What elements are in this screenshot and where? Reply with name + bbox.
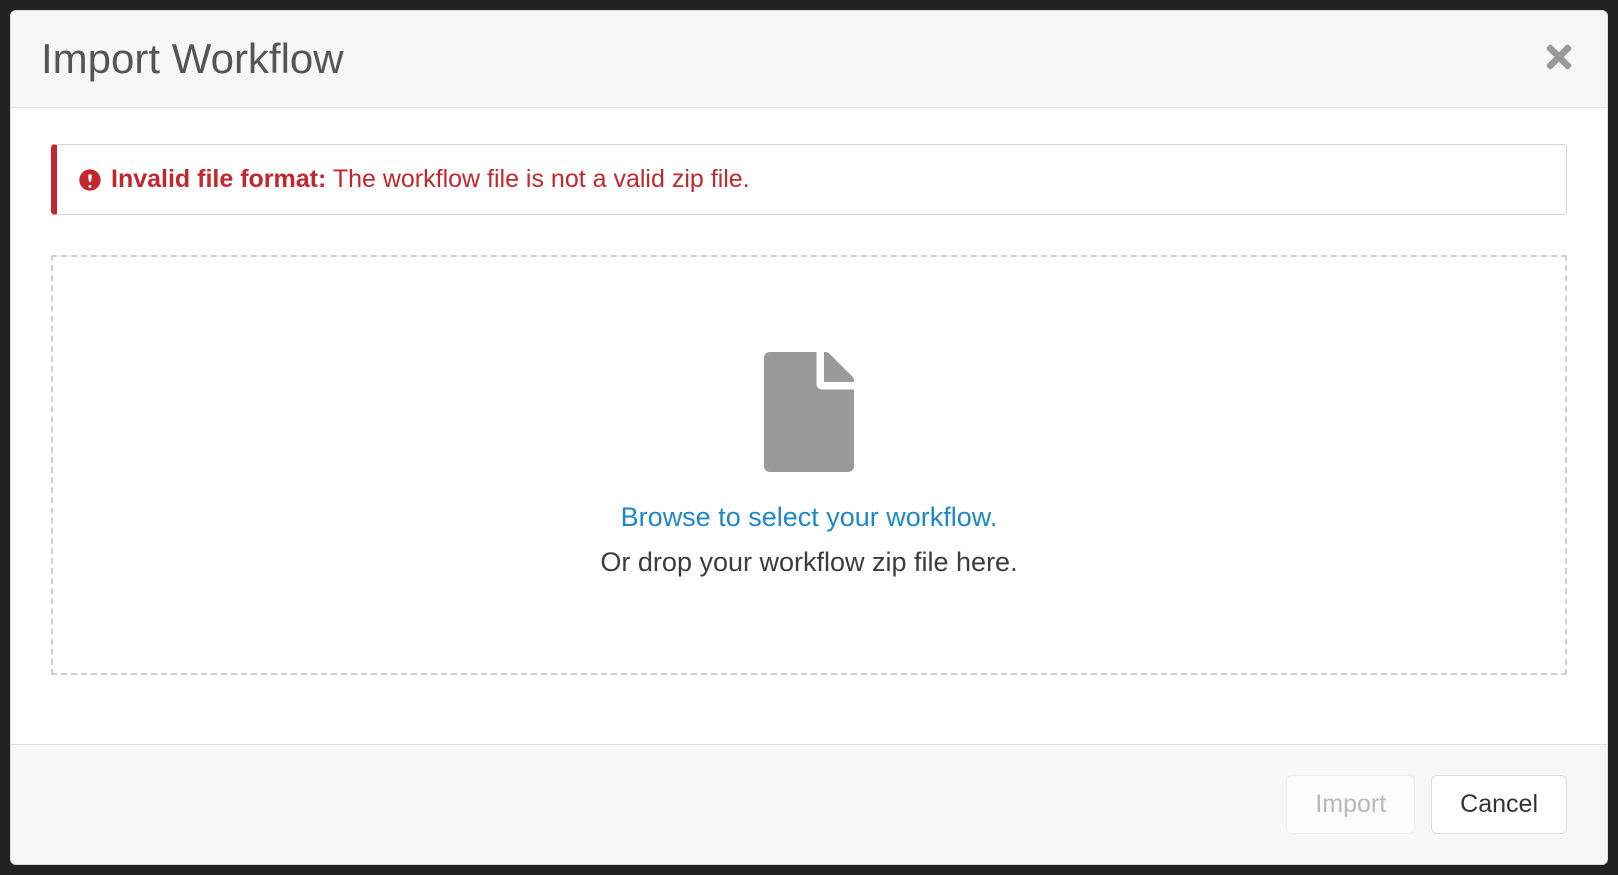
close-icon[interactable] <box>1541 39 1577 79</box>
error-title: Invalid file format: <box>111 165 326 193</box>
import-button[interactable]: Import <box>1286 775 1415 834</box>
modal-body: Invalid file format: The workflow file i… <box>11 108 1607 744</box>
exclamation-circle-icon <box>79 169 101 191</box>
modal-title: Import Workflow <box>41 35 344 83</box>
file-dropzone[interactable]: Browse to select your workflow. Or drop … <box>51 255 1567 675</box>
error-alert: Invalid file format: The workflow file i… <box>51 144 1567 215</box>
error-text: Invalid file format: The workflow file i… <box>111 165 750 194</box>
browse-link[interactable]: Browse to select your workflow. <box>621 502 998 533</box>
error-message: The workflow file is not a valid zip fil… <box>333 165 750 193</box>
import-workflow-modal: Import Workflow Invalid file format: The… <box>10 10 1608 865</box>
cancel-button[interactable]: Cancel <box>1431 775 1567 834</box>
modal-header: Import Workflow <box>11 11 1607 108</box>
modal-footer: Import Cancel <box>11 744 1607 864</box>
drop-hint: Or drop your workflow zip file here. <box>600 547 1017 578</box>
file-icon <box>759 352 859 472</box>
